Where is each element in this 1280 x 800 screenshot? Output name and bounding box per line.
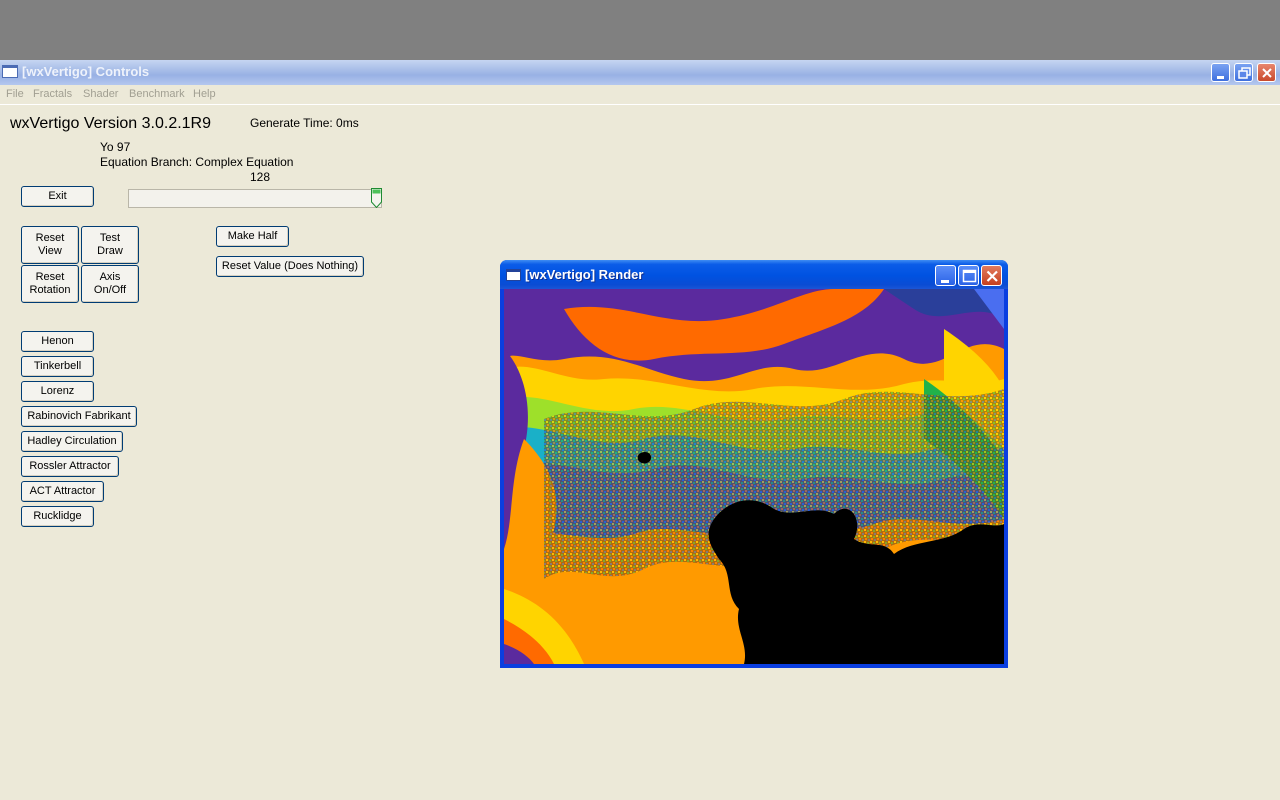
lorenz-button[interactable]: Lorenz [21,381,94,402]
reset-value-button[interactable]: Reset Value (Does Nothing) [216,256,364,277]
version-label: wxVertigo Version 3.0.2.1R9 [10,115,212,132]
render-window: [wxVertigo] Render [500,260,1008,668]
yo-label: Yo 97 [100,140,131,154]
render-close-button[interactable] [981,265,1002,286]
test-draw-button[interactable]: Test Draw [81,226,139,264]
controls-window-title: [wxVertigo] Controls [22,64,150,79]
equation-branch-label: Equation Branch: Complex Equation [100,155,294,169]
render-window-title: [wxVertigo] Render [525,267,644,282]
generate-time-label: Generate Time: 0ms [250,116,359,130]
restore-button[interactable] [1234,63,1253,82]
rucklidge-button[interactable]: Rucklidge [21,506,94,527]
window-app-icon [506,269,521,281]
exit-button[interactable]: Exit [21,186,94,207]
make-half-button[interactable]: Make Half [216,226,289,247]
menu-file[interactable]: File [6,88,24,100]
axis-onoff-button[interactable]: Axis On/Off [81,265,139,303]
restore-icon [1238,67,1251,79]
value-slider[interactable] [128,189,382,208]
reset-view-button[interactable]: Reset View [21,226,79,264]
rossler-attractor-button[interactable]: Rossler Attractor [21,456,119,477]
render-maximize-button[interactable] [958,265,979,286]
maximize-icon [962,269,977,283]
menu-bar: File Fractals Shader Benchmark Help [0,85,1280,105]
slider-thumb[interactable] [371,188,382,208]
menu-benchmark[interactable]: Benchmark [129,88,185,100]
rabinovich-fabrikant-button[interactable]: Rabinovich Fabrikant [21,406,137,427]
menu-shader[interactable]: Shader [83,88,118,100]
slider-value-label: 128 [250,170,271,184]
render-minimize-button[interactable] [935,265,956,286]
render-titlebar[interactable]: [wxVertigo] Render [500,260,1008,289]
fractal-image [504,289,1004,664]
menu-help[interactable]: Help [193,88,216,100]
minimize-icon [941,280,949,283]
tinkerbell-button[interactable]: Tinkerbell [21,356,94,377]
menu-fractals[interactable]: Fractals [33,88,72,100]
act-attractor-button[interactable]: ACT Attractor [21,481,104,502]
controls-titlebar[interactable]: [wxVertigo] Controls [0,60,1280,85]
fractal-canvas[interactable] [504,289,1004,664]
minimize-button[interactable] [1211,63,1230,82]
close-icon [986,270,998,282]
henon-button[interactable]: Henon [21,331,94,352]
window-app-icon [2,65,18,78]
close-button[interactable] [1257,63,1276,82]
reset-rotation-button[interactable]: Reset Rotation [21,265,79,303]
minimize-icon [1217,76,1224,79]
hadley-circulation-button[interactable]: Hadley Circulation [21,431,123,452]
close-icon [1262,68,1272,78]
